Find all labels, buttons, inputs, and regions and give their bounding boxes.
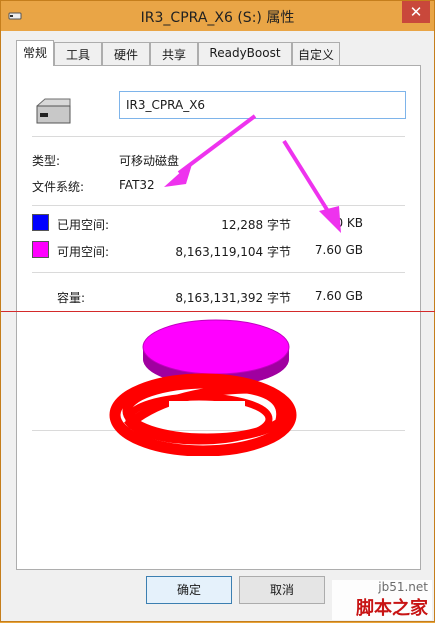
filesystem-value: FAT32 xyxy=(119,178,155,192)
red-scribble-annotation xyxy=(109,373,297,456)
type-label: 类型: xyxy=(32,154,61,168)
window-title: IR3_CPRA_X6 (S:) 属性 xyxy=(140,10,295,26)
removable-drive-icon xyxy=(36,98,71,124)
tab-hardware[interactable]: 硬件 xyxy=(102,42,150,65)
free-space-label: 可用空间: xyxy=(57,245,110,259)
properties-window: IR3_CPRA_X6 (S:) 属性 ✕ 常规 工具 硬件 共享 ReadyB… xyxy=(0,0,435,622)
filesystem-label: 文件系统: xyxy=(32,180,85,194)
tab-sharing[interactable]: 共享 xyxy=(150,42,198,65)
used-space-label: 已用空间: xyxy=(57,218,110,232)
capacity-label: 容量: xyxy=(57,291,86,305)
separator xyxy=(32,136,405,137)
free-space-bytes: 8,163,119,104 字节 xyxy=(175,245,291,259)
separator xyxy=(32,205,405,206)
used-space-bytes: 12,288 字节 xyxy=(221,218,291,232)
free-color-swatch xyxy=(32,241,49,258)
capacity-size: 7.60 GB xyxy=(314,289,363,303)
ok-button[interactable]: 确定 xyxy=(146,576,232,604)
free-space-size: 7.60 GB xyxy=(314,243,363,257)
tab-customize[interactable]: 自定义 xyxy=(292,42,340,65)
tab-general[interactable]: 常规 xyxy=(16,40,54,66)
used-space-size: 0 KB xyxy=(335,216,363,230)
volume-name-input[interactable] xyxy=(119,91,406,119)
close-button[interactable]: ✕ xyxy=(402,1,430,23)
capacity-bytes: 8,163,131,392 字节 xyxy=(175,291,291,305)
title-bar: IR3_CPRA_X6 (S:) 属性 ✕ xyxy=(1,1,434,31)
close-icon: ✕ xyxy=(409,3,423,21)
used-color-swatch xyxy=(32,214,49,231)
separator xyxy=(32,272,405,273)
tab-tools[interactable]: 工具 xyxy=(54,42,102,65)
type-value: 可移动磁盘 xyxy=(119,154,180,168)
watermark-brand: 脚本之家 xyxy=(356,598,428,619)
cancel-button[interactable]: 取消 xyxy=(239,576,325,604)
tab-readyboost[interactable]: ReadyBoost xyxy=(198,42,292,65)
watermark: jb51.net 脚本之家 xyxy=(332,580,432,620)
watermark-site: jb51.net xyxy=(378,580,428,594)
